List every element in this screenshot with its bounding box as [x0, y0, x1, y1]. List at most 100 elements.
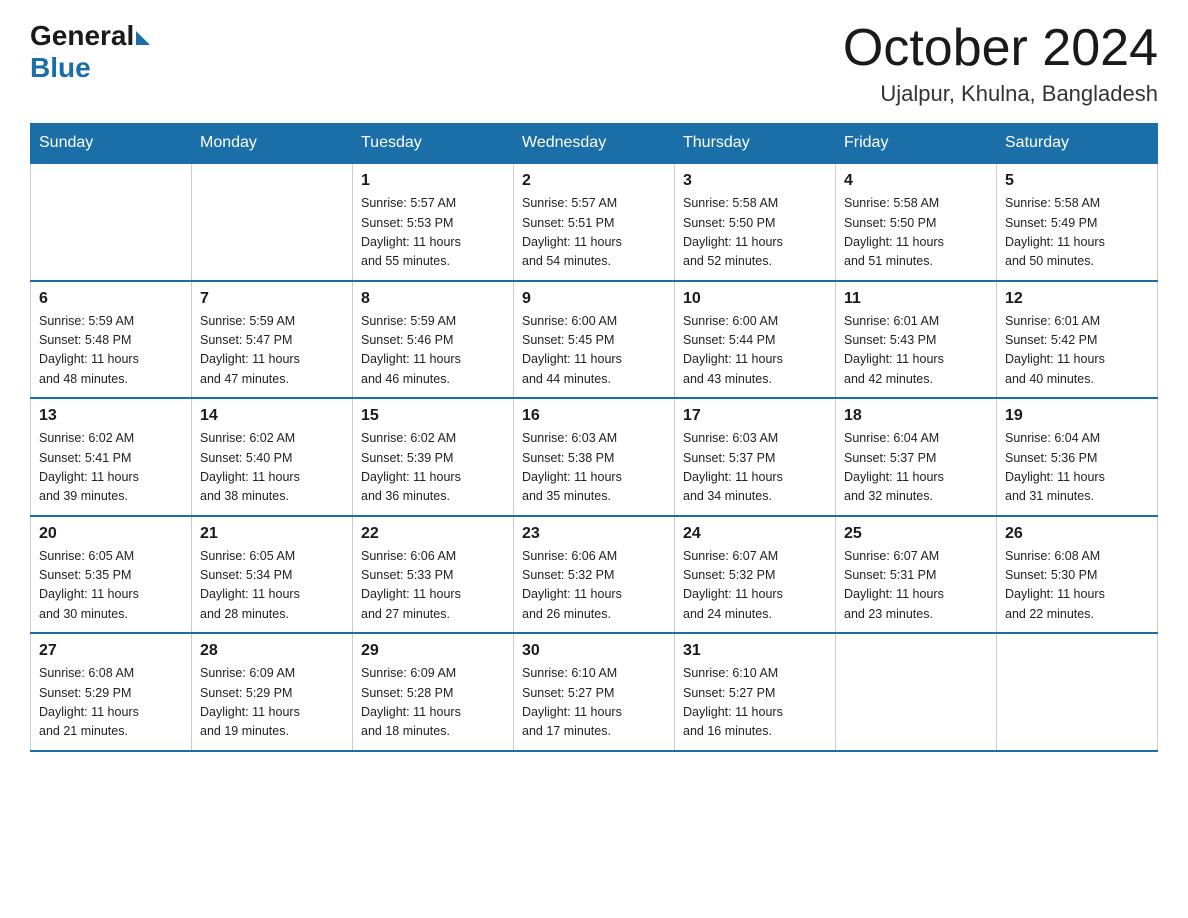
day-info: Sunrise: 6:02 AM Sunset: 5:39 PM Dayligh… [361, 429, 505, 507]
day-number: 2 [522, 172, 666, 190]
calendar-week-4: 20 Sunrise: 6:05 AM Sunset: 5:35 PM Dayli… [31, 516, 1158, 634]
day-number: 26 [1005, 525, 1149, 543]
day-info: Sunrise: 6:02 AM Sunset: 5:40 PM Dayligh… [200, 429, 344, 507]
calendar-cell: 15 Sunrise: 6:02 AM Sunset: 5:39 PM Dayli… [353, 398, 514, 516]
calendar-cell: 5 Sunrise: 5:58 AM Sunset: 5:49 PM Daylig… [997, 163, 1158, 281]
weekday-header-thursday: Thursday [675, 124, 836, 164]
day-info: Sunrise: 6:07 AM Sunset: 5:31 PM Dayligh… [844, 547, 988, 625]
logo-general-text: General [30, 20, 134, 52]
day-info: Sunrise: 6:02 AM Sunset: 5:41 PM Dayligh… [39, 429, 183, 507]
calendar-cell: 1 Sunrise: 5:57 AM Sunset: 5:53 PM Daylig… [353, 163, 514, 281]
day-info: Sunrise: 5:58 AM Sunset: 5:49 PM Dayligh… [1005, 194, 1149, 272]
calendar-cell: 6 Sunrise: 5:59 AM Sunset: 5:48 PM Daylig… [31, 281, 192, 399]
calendar-cell: 23 Sunrise: 6:06 AM Sunset: 5:32 PM Dayli… [514, 516, 675, 634]
calendar-cell: 17 Sunrise: 6:03 AM Sunset: 5:37 PM Dayli… [675, 398, 836, 516]
day-info: Sunrise: 6:09 AM Sunset: 5:29 PM Dayligh… [200, 664, 344, 742]
day-number: 6 [39, 290, 183, 308]
calendar-cell: 20 Sunrise: 6:05 AM Sunset: 5:35 PM Dayli… [31, 516, 192, 634]
calendar-cell: 21Sunrise: 6:05 AM Sunset: 5:34 PM Dayli… [192, 516, 353, 634]
day-number: 28 [200, 642, 344, 660]
day-info: Sunrise: 6:05 AM Sunset: 5:35 PM Dayligh… [39, 547, 183, 625]
day-info: Sunrise: 6:04 AM Sunset: 5:36 PM Dayligh… [1005, 429, 1149, 507]
weekday-header-row: SundayMondayTuesdayWednesdayThursdayFrid… [31, 124, 1158, 164]
calendar-cell [192, 163, 353, 281]
calendar-cell: 9 Sunrise: 6:00 AM Sunset: 5:45 PM Daylig… [514, 281, 675, 399]
day-info: Sunrise: 6:09 AM Sunset: 5:28 PM Dayligh… [361, 664, 505, 742]
calendar-cell [31, 163, 192, 281]
day-number: 31 [683, 642, 827, 660]
calendar-cell: 29Sunrise: 6:09 AM Sunset: 5:28 PM Dayli… [353, 633, 514, 751]
calendar-cell: 11Sunrise: 6:01 AM Sunset: 5:43 PM Dayli… [836, 281, 997, 399]
calendar-week-5: 27 Sunrise: 6:08 AM Sunset: 5:29 PM Dayli… [31, 633, 1158, 751]
day-info: Sunrise: 6:07 AM Sunset: 5:32 PM Dayligh… [683, 547, 827, 625]
day-info: Sunrise: 6:01 AM Sunset: 5:43 PM Dayligh… [844, 312, 988, 390]
day-number: 25 [844, 525, 988, 543]
day-info: Sunrise: 6:10 AM Sunset: 5:27 PM Dayligh… [522, 664, 666, 742]
calendar-table: SundayMondayTuesdayWednesdayThursdayFrid… [30, 123, 1158, 752]
day-info: Sunrise: 5:59 AM Sunset: 5:48 PM Dayligh… [39, 312, 183, 390]
calendar-cell: 12 Sunrise: 6:01 AM Sunset: 5:42 PM Dayli… [997, 281, 1158, 399]
calendar-cell [836, 633, 997, 751]
day-info: Sunrise: 6:04 AM Sunset: 5:37 PM Dayligh… [844, 429, 988, 507]
day-number: 12 [1005, 290, 1149, 308]
day-number: 9 [522, 290, 666, 308]
day-number: 20 [39, 525, 183, 543]
location-text: Ujalpur, Khulna, Bangladesh [843, 81, 1158, 107]
day-info: Sunrise: 6:10 AM Sunset: 5:27 PM Dayligh… [683, 664, 827, 742]
day-number: 22 [361, 525, 505, 543]
day-info: Sunrise: 6:03 AM Sunset: 5:37 PM Dayligh… [683, 429, 827, 507]
day-number: 18 [844, 407, 988, 425]
day-number: 23 [522, 525, 666, 543]
month-title: October 2024 [843, 20, 1158, 77]
calendar-cell: 14 Sunrise: 6:02 AM Sunset: 5:40 PM Dayli… [192, 398, 353, 516]
weekday-header-sunday: Sunday [31, 124, 192, 164]
day-info: Sunrise: 6:01 AM Sunset: 5:42 PM Dayligh… [1005, 312, 1149, 390]
day-info: Sunrise: 6:00 AM Sunset: 5:45 PM Dayligh… [522, 312, 666, 390]
day-number: 16 [522, 407, 666, 425]
day-number: 21 [200, 525, 344, 543]
calendar-cell: 25 Sunrise: 6:07 AM Sunset: 5:31 PM Dayli… [836, 516, 997, 634]
day-number: 14 [200, 407, 344, 425]
calendar-cell: 24 Sunrise: 6:07 AM Sunset: 5:32 PM Dayli… [675, 516, 836, 634]
day-info: Sunrise: 5:58 AM Sunset: 5:50 PM Dayligh… [844, 194, 988, 272]
day-number: 1 [361, 172, 505, 190]
logo-blue-text: Blue [30, 52, 91, 84]
calendar-cell [997, 633, 1158, 751]
day-number: 19 [1005, 407, 1149, 425]
calendar-cell: 26Sunrise: 6:08 AM Sunset: 5:30 PM Dayli… [997, 516, 1158, 634]
day-info: Sunrise: 5:57 AM Sunset: 5:53 PM Dayligh… [361, 194, 505, 272]
calendar-cell: 19 Sunrise: 6:04 AM Sunset: 5:36 PM Dayli… [997, 398, 1158, 516]
calendar-cell: 31 Sunrise: 6:10 AM Sunset: 5:27 PM Dayli… [675, 633, 836, 751]
logo: General Blue [30, 20, 150, 84]
calendar-cell: 16 Sunrise: 6:03 AM Sunset: 5:38 PM Dayli… [514, 398, 675, 516]
calendar-week-3: 13Sunrise: 6:02 AM Sunset: 5:41 PM Dayli… [31, 398, 1158, 516]
calendar-cell: 18 Sunrise: 6:04 AM Sunset: 5:37 PM Dayli… [836, 398, 997, 516]
day-info: Sunrise: 6:00 AM Sunset: 5:44 PM Dayligh… [683, 312, 827, 390]
day-number: 17 [683, 407, 827, 425]
calendar-cell: 3Sunrise: 5:58 AM Sunset: 5:50 PM Daylig… [675, 163, 836, 281]
day-info: Sunrise: 6:03 AM Sunset: 5:38 PM Dayligh… [522, 429, 666, 507]
title-section: October 2024 Ujalpur, Khulna, Bangladesh [843, 20, 1158, 107]
calendar-cell: 10 Sunrise: 6:00 AM Sunset: 5:44 PM Dayli… [675, 281, 836, 399]
calendar-cell: 30Sunrise: 6:10 AM Sunset: 5:27 PM Dayli… [514, 633, 675, 751]
day-info: Sunrise: 5:57 AM Sunset: 5:51 PM Dayligh… [522, 194, 666, 272]
day-info: Sunrise: 6:06 AM Sunset: 5:32 PM Dayligh… [522, 547, 666, 625]
weekday-header-tuesday: Tuesday [353, 124, 514, 164]
calendar-cell: 28 Sunrise: 6:09 AM Sunset: 5:29 PM Dayli… [192, 633, 353, 751]
day-info: Sunrise: 5:59 AM Sunset: 5:46 PM Dayligh… [361, 312, 505, 390]
day-number: 24 [683, 525, 827, 543]
day-number: 5 [1005, 172, 1149, 190]
calendar-cell: 2 Sunrise: 5:57 AM Sunset: 5:51 PM Daylig… [514, 163, 675, 281]
calendar-cell: 13Sunrise: 6:02 AM Sunset: 5:41 PM Dayli… [31, 398, 192, 516]
day-number: 8 [361, 290, 505, 308]
day-number: 15 [361, 407, 505, 425]
day-number: 3 [683, 172, 827, 190]
weekday-header-monday: Monday [192, 124, 353, 164]
day-info: Sunrise: 6:08 AM Sunset: 5:29 PM Dayligh… [39, 664, 183, 742]
day-number: 4 [844, 172, 988, 190]
day-number: 27 [39, 642, 183, 660]
page-header: General Blue October 2024 Ujalpur, Khuln… [30, 20, 1158, 107]
weekday-header-friday: Friday [836, 124, 997, 164]
day-info: Sunrise: 5:59 AM Sunset: 5:47 PM Dayligh… [200, 312, 344, 390]
day-number: 10 [683, 290, 827, 308]
